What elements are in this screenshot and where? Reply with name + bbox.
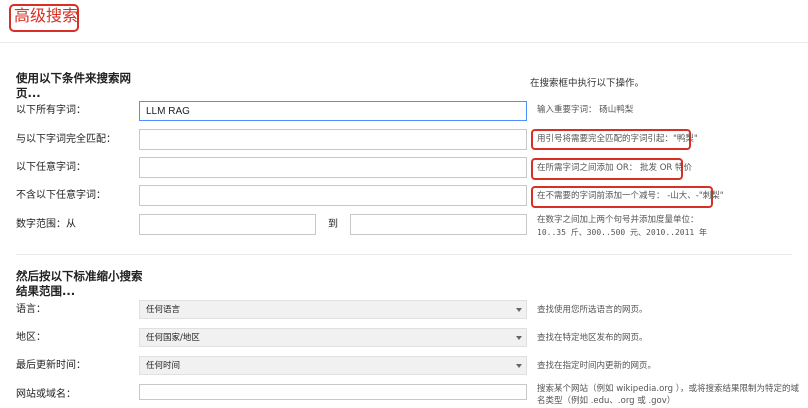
site-domain-input[interactable] xyxy=(139,384,527,400)
number-range-hint-line2: 10..35 斤、300..500 元、2010..2011 年 xyxy=(537,228,708,237)
chevron-down-icon xyxy=(516,336,522,340)
region-hint: 查找在特定地区发布的网页。 xyxy=(537,333,648,343)
language-label: 语言： xyxy=(16,304,46,315)
header-divider xyxy=(0,42,808,43)
section-right-heading: 在搜索框中执行以下操作。 xyxy=(530,78,645,89)
exact-phrase-input[interactable] xyxy=(139,129,527,150)
number-range-label: 数字范围：从 xyxy=(16,219,76,230)
last-update-select-value: 任何时间 xyxy=(146,361,181,371)
section-heading-search-terms: 使用以下条件来搜索网页... xyxy=(16,71,131,100)
all-words-input[interactable] xyxy=(139,101,527,121)
number-range-to-label: 到 xyxy=(328,219,338,230)
section-heading-narrow-results: 然后按以下标准缩小搜索结果范围... xyxy=(16,269,143,298)
last-update-label: 最后更新时间： xyxy=(16,360,86,371)
language-select-value: 任何语言 xyxy=(146,305,181,315)
all-words-hint: 输入重要字词： 砀山鸭梨 xyxy=(537,105,634,115)
number-range-to-input[interactable] xyxy=(350,214,527,235)
any-words-input[interactable] xyxy=(139,157,527,178)
section-divider xyxy=(16,254,792,255)
region-select-value: 任何国家/地区 xyxy=(146,333,200,343)
region-label: 地区： xyxy=(16,332,46,343)
none-words-label: 不含以下任意字词： xyxy=(16,190,106,201)
exact-phrase-label: 与以下字词完全匹配： xyxy=(16,134,116,145)
number-range-from-input[interactable] xyxy=(139,214,316,235)
any-words-hint: 在所需字词之间添加 OR： 批发 OR 特价 xyxy=(537,163,693,173)
site-domain-hint-line2: 名类型（例如 .edu、.org 或 .gov） xyxy=(537,396,676,406)
all-words-label: 以下所有字词： xyxy=(16,105,86,116)
last-update-hint: 查找在指定时间内更新的网页。 xyxy=(537,361,657,371)
language-select[interactable]: 任何语言 xyxy=(139,300,527,319)
any-words-label: 以下任意字词： xyxy=(16,162,86,173)
chevron-down-icon xyxy=(516,308,522,312)
none-words-input[interactable] xyxy=(139,185,527,206)
region-select[interactable]: 任何国家/地区 xyxy=(139,328,527,347)
chevron-down-icon xyxy=(516,364,522,368)
language-hint: 查找使用您所选语言的网页。 xyxy=(537,305,648,315)
none-words-hint: 在不需要的字词前添加一个减号： -山大、-"刺梨" xyxy=(537,191,724,201)
last-update-select[interactable]: 任何时间 xyxy=(139,356,527,375)
exact-phrase-hint: 用引号将需要完全匹配的字词引起："鸭梨" xyxy=(537,134,698,144)
page-title: 高级搜索 xyxy=(14,6,79,25)
